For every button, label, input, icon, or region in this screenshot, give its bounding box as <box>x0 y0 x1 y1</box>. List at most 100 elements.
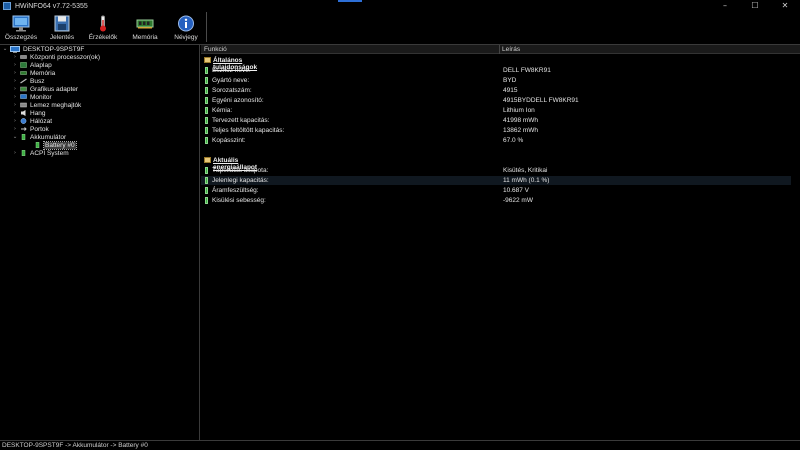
tree-item-battery-group[interactable]: ⌄ Akkumulátor <box>12 133 66 141</box>
tree-item-memory[interactable]: › Memória <box>12 69 55 77</box>
motherboard-icon <box>20 62 27 68</box>
table-row[interactable]: Eszköz neve: DELL FW8KR91 <box>201 66 791 75</box>
minimize-button[interactable]: – <box>710 0 740 12</box>
row-value: 10.687 V <box>503 187 530 194</box>
column-divider[interactable] <box>499 45 500 54</box>
tree-item-cpu[interactable]: › Központi processzor(ok) <box>12 53 100 61</box>
expand-icon[interactable]: › <box>12 62 18 68</box>
thermometer-icon <box>100 15 106 32</box>
tree-item-disks[interactable]: › Lemez meghajtók <box>12 101 81 109</box>
tree-item-label: Akkumulátor <box>30 133 67 141</box>
battery-icon <box>205 167 208 174</box>
row-key: Eszköz neve: <box>212 67 251 74</box>
table-row[interactable]: Kémia: Lithium Ion <box>201 106 791 115</box>
collapse-icon[interactable]: ⌄ <box>2 46 8 52</box>
expand-icon[interactable]: › <box>12 110 18 116</box>
tree-item-battery-0[interactable]: Battery #0 <box>26 140 77 150</box>
tree-item-label: Alaplap <box>30 61 52 69</box>
row-key: Tervezett kapacitás: <box>212 117 270 124</box>
battery-icon <box>205 107 208 114</box>
row-key: Gyártó neve: <box>212 77 250 84</box>
battery-icon <box>205 117 208 124</box>
column-description[interactable]: Leírás <box>502 46 520 53</box>
toolbar-separator <box>206 12 207 42</box>
expand-icon[interactable]: › <box>12 54 18 60</box>
row-key: Áramfeszültség: <box>212 187 259 194</box>
report-button[interactable]: Jelentés <box>41 14 83 44</box>
tree-item-label: Hálózat <box>30 117 53 125</box>
row-key: Tápellátás állapota: <box>212 167 269 174</box>
expand-icon[interactable]: › <box>12 70 18 76</box>
battery-icon <box>205 137 208 144</box>
expand-icon[interactable]: › <box>12 118 18 124</box>
tree-item-monitor[interactable]: › Monitor <box>12 93 52 101</box>
collapse-icon[interactable]: ⌄ <box>12 134 18 140</box>
table-row[interactable]: Egyéni azonosító: 4915BYDDELL FW8KR91 <box>201 96 791 105</box>
row-value: Kisütés, Kritikai <box>503 167 548 174</box>
table-row[interactable]: Jelenlegi kapacitás: 11 mWh (0.1 %) <box>201 176 791 185</box>
tree-item-ports[interactable]: › Portok <box>12 125 49 133</box>
table-row[interactable]: Teljes feltöltött kapacitás: 13862 mWh <box>201 126 791 135</box>
window-controls: – ☐ ✕ <box>710 0 800 12</box>
expand-icon[interactable]: › <box>12 78 18 84</box>
device-tree: ⌄ DESKTOP-9SPST9F › Központi processzor(… <box>0 45 200 440</box>
bus-icon <box>20 78 27 84</box>
tree-root-label: DESKTOP-9SPST9F <box>23 45 85 53</box>
tree-item-label: Battery #0 <box>43 140 77 150</box>
battery-icon <box>205 97 208 104</box>
tree-item-network[interactable]: › Hálózat <box>12 117 52 125</box>
row-key: Egyéni azonosító: <box>212 97 264 104</box>
row-value: 11 mWh (0.1 %) <box>503 177 550 184</box>
details-list: Funkció Leírás Általános tulajdonságok E… <box>201 45 800 440</box>
expand-icon[interactable]: › <box>12 126 18 132</box>
battery-icon <box>205 127 208 134</box>
column-function[interactable]: Funkció <box>204 46 227 53</box>
row-key: Sorozatszám: <box>212 87 252 94</box>
tree-item-bus[interactable]: › Busz <box>12 77 45 85</box>
tree-item-graphics[interactable]: › Grafikus adapter <box>12 85 78 93</box>
title-accent <box>338 0 362 2</box>
column-header: Funkció Leírás <box>201 45 800 54</box>
tree-item-motherboard[interactable]: › Alaplap <box>12 61 52 69</box>
table-row[interactable]: Tápellátás állapota: Kisütés, Kritikai <box>201 166 791 175</box>
tree-item-label: Memória <box>30 69 56 77</box>
tree-item-label: Portok <box>30 125 49 133</box>
battery-icon <box>21 134 26 140</box>
sensors-label: Érzékelők <box>88 34 118 41</box>
row-value: BYD <box>503 77 517 84</box>
row-value: 4915BYDDELL FW8KR91 <box>503 97 579 104</box>
tree-item-label: Monitor <box>30 93 52 101</box>
tree-item-audio[interactable]: › Hang <box>12 109 46 117</box>
memory-button[interactable]: Memória <box>124 14 166 44</box>
acpi-icon <box>21 150 26 156</box>
maximize-button[interactable]: ☐ <box>740 0 770 12</box>
tree-item-label: Grafikus adapter <box>30 85 79 93</box>
table-row[interactable]: Tervezett kapacitás: 41998 mWh <box>201 116 791 125</box>
about-button[interactable]: Névjegy <box>165 14 207 44</box>
cpu-icon <box>20 55 27 59</box>
disk-icon <box>20 102 27 108</box>
table-row[interactable]: Áramfeszültség: 10.687 V <box>201 186 791 195</box>
audio-icon <box>21 110 26 116</box>
network-icon <box>20 118 27 124</box>
expand-icon[interactable]: › <box>12 102 18 108</box>
table-row[interactable]: Gyártó neve: BYD <box>201 76 791 85</box>
info-icon <box>178 15 194 32</box>
tree-item-acpi[interactable]: › ACPI System <box>12 149 69 157</box>
summary-button[interactable]: Összegzés <box>0 14 42 44</box>
battery-icon <box>205 187 208 194</box>
table-row[interactable]: Kopásszint: 67.0 % <box>201 136 791 145</box>
sensors-button[interactable]: Érzékelők <box>82 14 124 44</box>
graphics-icon <box>20 86 27 92</box>
row-key: Jelenlegi kapacitás: <box>212 177 269 184</box>
table-row[interactable]: Kisülési sebesség: -9622 mW <box>201 196 791 205</box>
monitor-icon <box>12 15 30 32</box>
table-row[interactable]: Sorozatszám: 4915 <box>201 86 791 95</box>
expand-icon[interactable]: › <box>12 94 18 100</box>
floppy-disk-icon <box>54 15 70 32</box>
tree-root[interactable]: ⌄ DESKTOP-9SPST9F <box>2 45 84 53</box>
row-key: Kémia: <box>212 107 233 114</box>
close-button[interactable]: ✕ <box>770 0 800 12</box>
expand-icon[interactable]: › <box>12 150 18 156</box>
expand-icon[interactable]: › <box>12 86 18 92</box>
